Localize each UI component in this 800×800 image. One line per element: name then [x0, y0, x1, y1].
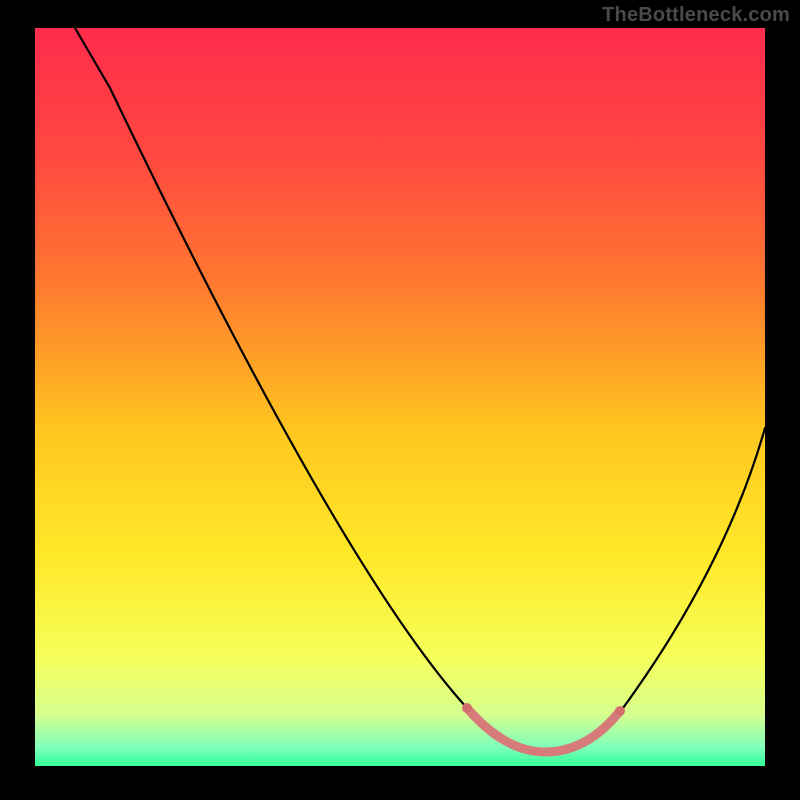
optimal-range-dot-left [462, 703, 472, 713]
watermark-text: TheBottleneck.com [602, 4, 790, 27]
bottleneck-curve [35, 28, 765, 766]
curve-path [75, 28, 765, 752]
optimal-range-highlight [467, 708, 620, 752]
optimal-range-dot-right [615, 706, 625, 716]
chart-frame: TheBottleneck.com [0, 0, 800, 800]
plot-area [35, 28, 765, 766]
